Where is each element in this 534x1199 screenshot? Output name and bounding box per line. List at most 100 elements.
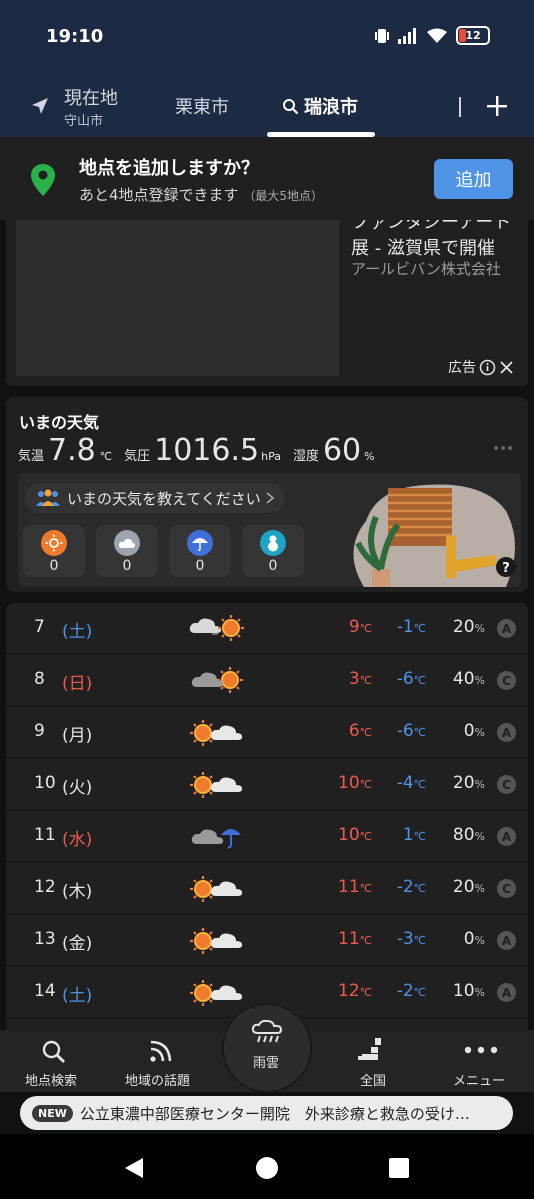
vibrate-icon [375,28,389,43]
forecast-high: 11℃ [338,929,372,949]
news-ticker[interactable]: NEW 公立東濃中部医療センター開院 外来診療と救急の受け… [20,1096,513,1130]
precip-value: 20 [452,773,475,793]
search-icon [42,1040,65,1063]
system-navigation-bar [0,1134,534,1199]
room-illustration: ? [353,484,516,587]
status-bar: 19:10 12 [0,0,534,75]
recents-icon[interactable] [389,1158,409,1178]
precip-value: 0 [463,721,475,741]
nav-label: 雨雲 [253,1056,280,1071]
cloudy-sunny-icon [191,667,243,693]
umbrella-icon [187,530,213,556]
tab-current-location[interactable]: 現在地 守山市 [30,75,118,137]
temp-unit: ℃ [413,934,426,947]
forecast-row[interactable]: 10 (火) 10℃ -4℃ 20% C [6,759,528,810]
sunny-cloudy-icon [190,720,243,746]
plus-icon [487,96,507,116]
temp-unit: ℃ [359,934,372,947]
temp-unit: ℃ [359,674,372,687]
precip-unit: % [474,622,485,635]
ad-headline-line1: ファンタジーアート [351,220,512,233]
weather-report-prompt[interactable]: いまの天気を教えてください [25,483,285,513]
cloud-icon [114,530,140,556]
reliability-badge: A [497,619,516,638]
low-value: -2 [396,981,414,1001]
temp-unit: ℃ [413,622,426,635]
tab-rittou[interactable]: 栗東市 [175,75,229,137]
precip-unit: % [474,674,485,687]
ad-image [16,220,339,376]
temp-unit: ℃ [99,450,113,463]
temp-unit: ℃ [359,622,372,635]
prompt-text: いまの天気を教えてください [67,489,261,508]
forecast-low: -2℃ [397,877,426,897]
vote-count: 0 [268,558,278,574]
vote-snow-button[interactable]: 0 [242,525,304,577]
reliability-badge: A [497,931,516,950]
forecast-precip: 0% [464,929,485,949]
forecast-high: 12℃ [338,981,372,1001]
nav-rain-radar[interactable]: 雨雲 [224,1005,310,1091]
add-tab-button[interactable] [486,95,508,117]
wifi-icon [427,28,447,43]
forecast-row[interactable]: 11 (水) 10℃ 1℃ 80% A [6,811,528,862]
forecast-day: 7 [34,617,45,637]
high-value: 11 [338,929,360,949]
high-value: 9 [348,617,360,637]
forecast-precip: 80% [453,825,485,845]
forecast-high: 11℃ [338,877,372,897]
nav-location-search[interactable]: 地点検索 [20,1030,88,1092]
location-arrow-icon [32,98,48,114]
cloudy-then-sunny-icon [189,615,244,641]
current-readings: 気温 7.8 ℃ 気圧 1016.5 hPa 湿度 60 % [18,433,375,468]
reliability-badge: C [497,775,516,794]
low-value: -6 [396,669,414,689]
vote-rain-button[interactable]: 0 [169,525,231,577]
forecast-row[interactable]: 13 (金) 11℃ -3℃ 0% A [6,915,528,966]
reliability-badge: C [497,671,516,690]
more-options-icon[interactable] [493,445,513,451]
temp-unit: ℃ [413,726,426,739]
tab-mizunami[interactable]: 瑞浪市 [282,75,358,137]
forecast-precip: 20% [453,617,485,637]
more-dots-icon [464,1046,498,1054]
nav-menu[interactable]: メニュー [448,1030,518,1092]
vote-cloudy-button[interactable]: 0 [96,525,158,577]
precip-unit: % [474,986,485,999]
add-location-button[interactable]: 追加 [434,159,513,199]
ad-banner[interactable]: ファンタジーアート 展 - 滋賀県で開催 アールビバン株式会社 広告 [6,220,528,386]
vote-count: 0 [195,558,205,574]
temp-unit: ℃ [413,778,426,791]
back-icon[interactable] [123,1156,145,1180]
forecast-row[interactable]: 8 (日) 3℃ -6℃ 40% C [6,655,528,706]
close-icon[interactable] [499,360,514,375]
humidity-value: 60 [322,433,362,468]
temp-unit: ℃ [413,882,426,895]
nav-nationwide[interactable]: 全国 [344,1030,404,1092]
sunny-cloudy-icon [190,876,243,902]
ad-advertiser: アールビバン株式会社 [351,260,501,278]
temp-unit: ℃ [413,986,426,999]
precip-unit: % [474,882,485,895]
forecast-precip: 40% [453,669,485,689]
rain-cloud-icon [251,1019,283,1043]
ad-info-icon[interactable] [479,359,496,376]
precip-value: 40 [452,669,475,689]
add-location-title: 地点を追加しますか？ [79,158,259,179]
forecast-row[interactable]: 12 (木) 11℃ -2℃ 20% C [6,863,528,914]
precip-unit: % [474,934,485,947]
nav-local-topics[interactable]: 地域の話題 [122,1030,200,1092]
low-value: -2 [396,877,414,897]
home-icon[interactable] [255,1156,279,1180]
forecast-row[interactable]: 9 (月) 6℃ -6℃ 0% A [6,707,528,758]
forecast-row[interactable]: 7 (土) 9℃ -1℃ 20% A [6,603,528,654]
help-button[interactable] [496,557,516,577]
signal-icon [398,27,416,44]
add-location-subtitle-row: あと4地点登録できます （最大5地点） [79,184,323,205]
vote-sunny-button[interactable]: 0 [23,525,85,577]
temp-unit: ℃ [359,882,372,895]
status-icons: 12 [374,26,490,45]
low-value: -3 [396,929,414,949]
precip-unit: % [474,726,485,739]
tab-divider [459,97,461,117]
